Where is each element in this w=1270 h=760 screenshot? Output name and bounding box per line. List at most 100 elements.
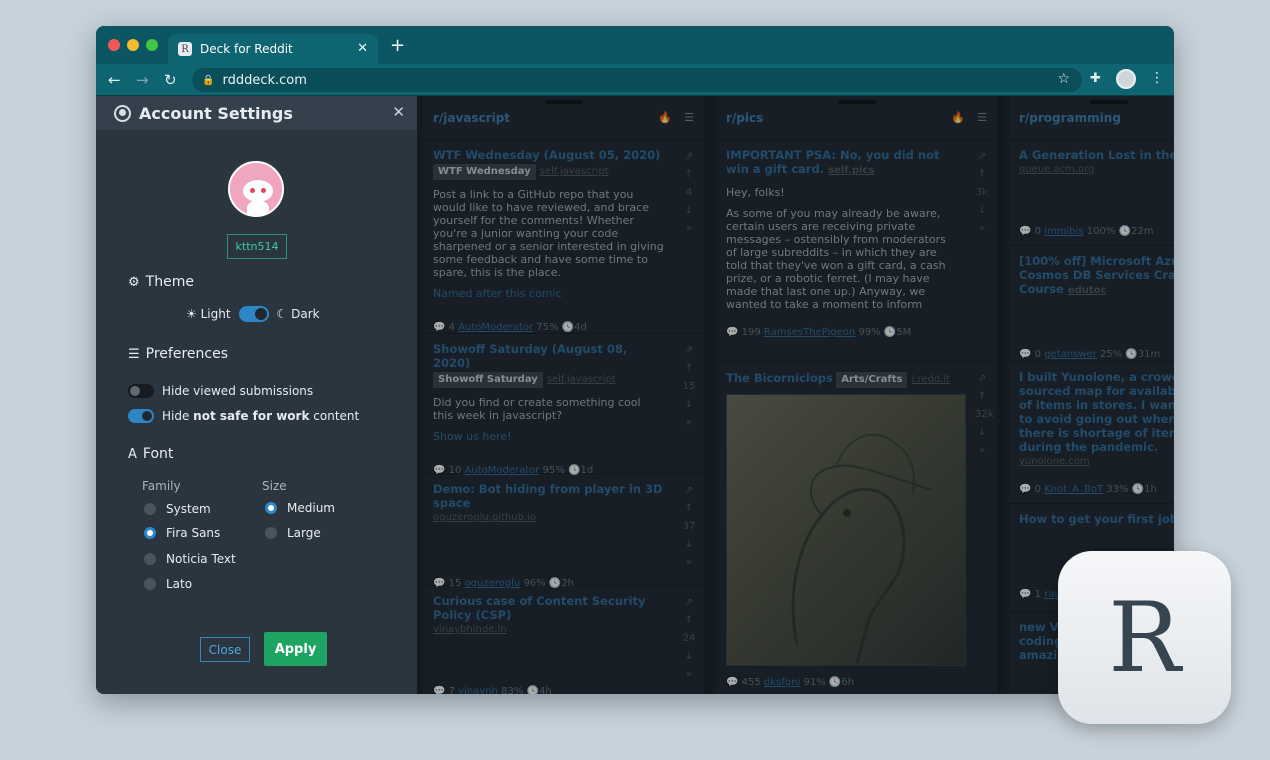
expand-icon[interactable]: »	[686, 417, 692, 428]
post-card[interactable]: Showoff Saturday (August 08, 2020) Showo…	[423, 334, 704, 476]
post-title[interactable]: The Bicorniclops	[726, 371, 833, 385]
post-card[interactable]: Curious case of Content Security Policy …	[423, 586, 704, 694]
sliders-icon[interactable]: ☰	[977, 111, 987, 124]
post-author[interactable]: AutoModerator	[458, 322, 533, 333]
theme-light-label[interactable]: Light	[201, 307, 231, 321]
font-option-lato[interactable]: Lato	[144, 577, 192, 591]
radio-button[interactable]	[144, 553, 156, 565]
profile-avatar[interactable]	[1116, 69, 1136, 89]
open-external-icon[interactable]: ⇗	[978, 151, 986, 162]
post-card[interactable]: I built Yunolone, a crowd-sourced map fo…	[1009, 362, 1174, 504]
browser-menu-icon[interactable]: ⋮	[1150, 70, 1164, 86]
downvote-icon[interactable]: ↓	[685, 205, 693, 216]
post-title[interactable]: Demo: Bot hiding from player in 3D space	[433, 482, 664, 510]
upvote-icon[interactable]: ↑	[685, 363, 693, 374]
post-domain[interactable]: yunolone.com	[1019, 456, 1090, 467]
hide-nsfw-row[interactable]: Hide not safe for work content	[128, 409, 359, 423]
downvote-icon[interactable]: ↓	[685, 399, 693, 410]
expand-icon[interactable]: »	[686, 557, 692, 568]
downvote-icon[interactable]: ↓	[685, 651, 693, 662]
post-link[interactable]: Show us here!	[433, 430, 664, 444]
radio-button[interactable]	[265, 527, 277, 539]
post-domain[interactable]: vinaybhinde.in	[433, 624, 507, 635]
radio-button[interactable]	[144, 578, 156, 590]
size-option-medium[interactable]: Medium	[265, 501, 335, 515]
font-option-system[interactable]: System	[144, 502, 211, 516]
post-card[interactable]: Demo: Bot hiding from player in 3D space…	[423, 474, 704, 589]
back-icon[interactable]: ←	[108, 71, 121, 89]
post-author[interactable]: Knot_A_BoT	[1044, 484, 1103, 495]
post-card[interactable]: IMPORTANT PSA: No, you did not win a gif…	[716, 140, 997, 362]
minimize-window-button[interactable]	[127, 39, 139, 51]
downvote-icon[interactable]: ↓	[685, 539, 693, 550]
post-domain[interactable]: i.redd.it	[911, 374, 950, 385]
post-card[interactable]: The Bicorniclops Arts/Crafts i.redd.it 💬 …	[716, 362, 997, 694]
open-external-icon[interactable]: ⇗	[685, 485, 693, 496]
post-title[interactable]: IMPORTANT PSA: No, you did not win a gif…	[726, 148, 957, 178]
upvote-icon[interactable]: ↑	[978, 391, 986, 402]
new-tab-icon[interactable]: +	[390, 35, 405, 56]
font-option-noticia-text[interactable]: Noticia Text	[144, 552, 236, 566]
theme-dark-label[interactable]: Dark	[291, 307, 319, 321]
post-author[interactable]: dksfgni	[764, 677, 800, 688]
close-button[interactable]: Close	[200, 637, 250, 662]
bookmark-star-icon[interactable]: ☆	[1057, 71, 1070, 87]
expand-icon[interactable]: »	[686, 669, 692, 680]
post-author[interactable]: getanswer	[1044, 349, 1097, 360]
upvote-icon[interactable]: ↑	[685, 615, 693, 626]
hide-viewed-row[interactable]: Hide viewed submissions	[128, 384, 313, 398]
flame-icon[interactable]: 🔥	[951, 111, 965, 124]
post-image[interactable]	[726, 394, 966, 666]
sliders-icon[interactable]: ☰	[684, 111, 694, 124]
hide-nsfw-switch[interactable]	[128, 409, 154, 423]
downvote-icon[interactable]: ↓	[978, 205, 986, 216]
expand-icon[interactable]: »	[979, 223, 985, 234]
forward-icon[interactable]: →	[136, 71, 149, 89]
expand-icon[interactable]: »	[686, 223, 692, 234]
upvote-icon[interactable]: ↑	[685, 169, 693, 180]
radio-button[interactable]	[144, 503, 156, 515]
open-external-icon[interactable]: ⇗	[978, 373, 986, 384]
browser-tab[interactable]: R Deck for Reddit ✕	[168, 34, 378, 64]
post-card[interactable]: [100% off] Microsoft Azure Cosmos DB Ser…	[1009, 246, 1174, 362]
drag-handle[interactable]	[1090, 100, 1128, 104]
close-tab-icon[interactable]: ✕	[357, 41, 368, 56]
post-domain[interactable]: oguzeroglu.github.io	[433, 512, 536, 523]
post-card[interactable]: A Generation Lost in the Bazaar queue.ac…	[1009, 140, 1174, 246]
open-external-icon[interactable]: ⇗	[685, 345, 693, 356]
post-domain[interactable]: self.javascript	[547, 374, 616, 385]
post-title[interactable]: Showoff Saturday (August 08, 2020)	[433, 342, 664, 370]
upvote-icon[interactable]: ↑	[685, 503, 693, 514]
post-title[interactable]: Curious case of Content Security Policy …	[433, 594, 664, 622]
post-title[interactable]: I built Yunolone, a crowd-sourced map fo…	[1019, 370, 1174, 454]
extensions-icon[interactable]: ✚	[1090, 71, 1101, 86]
open-external-icon[interactable]: ⇗	[685, 151, 693, 162]
close-panel-icon[interactable]: ✕	[392, 103, 405, 121]
radio-button[interactable]	[144, 527, 156, 539]
font-option-fira-sans[interactable]: Fira Sans	[144, 526, 220, 540]
drag-handle[interactable]	[544, 100, 583, 104]
open-external-icon[interactable]: ⇗	[685, 597, 693, 608]
post-domain[interactable]: queue.acm.org	[1019, 164, 1094, 175]
size-option-large[interactable]: Large	[265, 526, 321, 540]
post-title[interactable]: How to get your first job (IT)	[1019, 512, 1174, 526]
post-title[interactable]: [100% off] Microsoft Azure Cosmos DB Ser…	[1019, 254, 1174, 298]
post-title[interactable]: A Generation Lost in the Bazaar	[1019, 148, 1174, 162]
post-link[interactable]: Named after this comic	[433, 287, 664, 301]
post-author[interactable]: immibis	[1044, 226, 1083, 237]
post-domain[interactable]: edutoc	[1068, 285, 1107, 296]
theme-switch[interactable]	[238, 306, 269, 322]
post-author[interactable]: vinaynh	[458, 686, 498, 694]
apply-button[interactable]: Apply	[264, 632, 327, 666]
reload-icon[interactable]: ↻	[164, 71, 177, 89]
radio-button[interactable]	[265, 502, 277, 514]
url-field[interactable]: 🔒 rdddeck.com ☆	[192, 68, 1082, 92]
maximize-window-button[interactable]	[146, 39, 158, 51]
post-domain[interactable]: self.javascript	[540, 166, 609, 177]
hide-viewed-switch[interactable]	[128, 384, 154, 398]
upvote-icon[interactable]: ↑	[978, 169, 986, 180]
flame-icon[interactable]: 🔥	[658, 111, 672, 124]
downvote-icon[interactable]: ↓	[978, 427, 986, 438]
post-title[interactable]: WTF Wednesday (August 05, 2020)	[433, 148, 664, 162]
drag-handle[interactable]	[837, 100, 876, 104]
